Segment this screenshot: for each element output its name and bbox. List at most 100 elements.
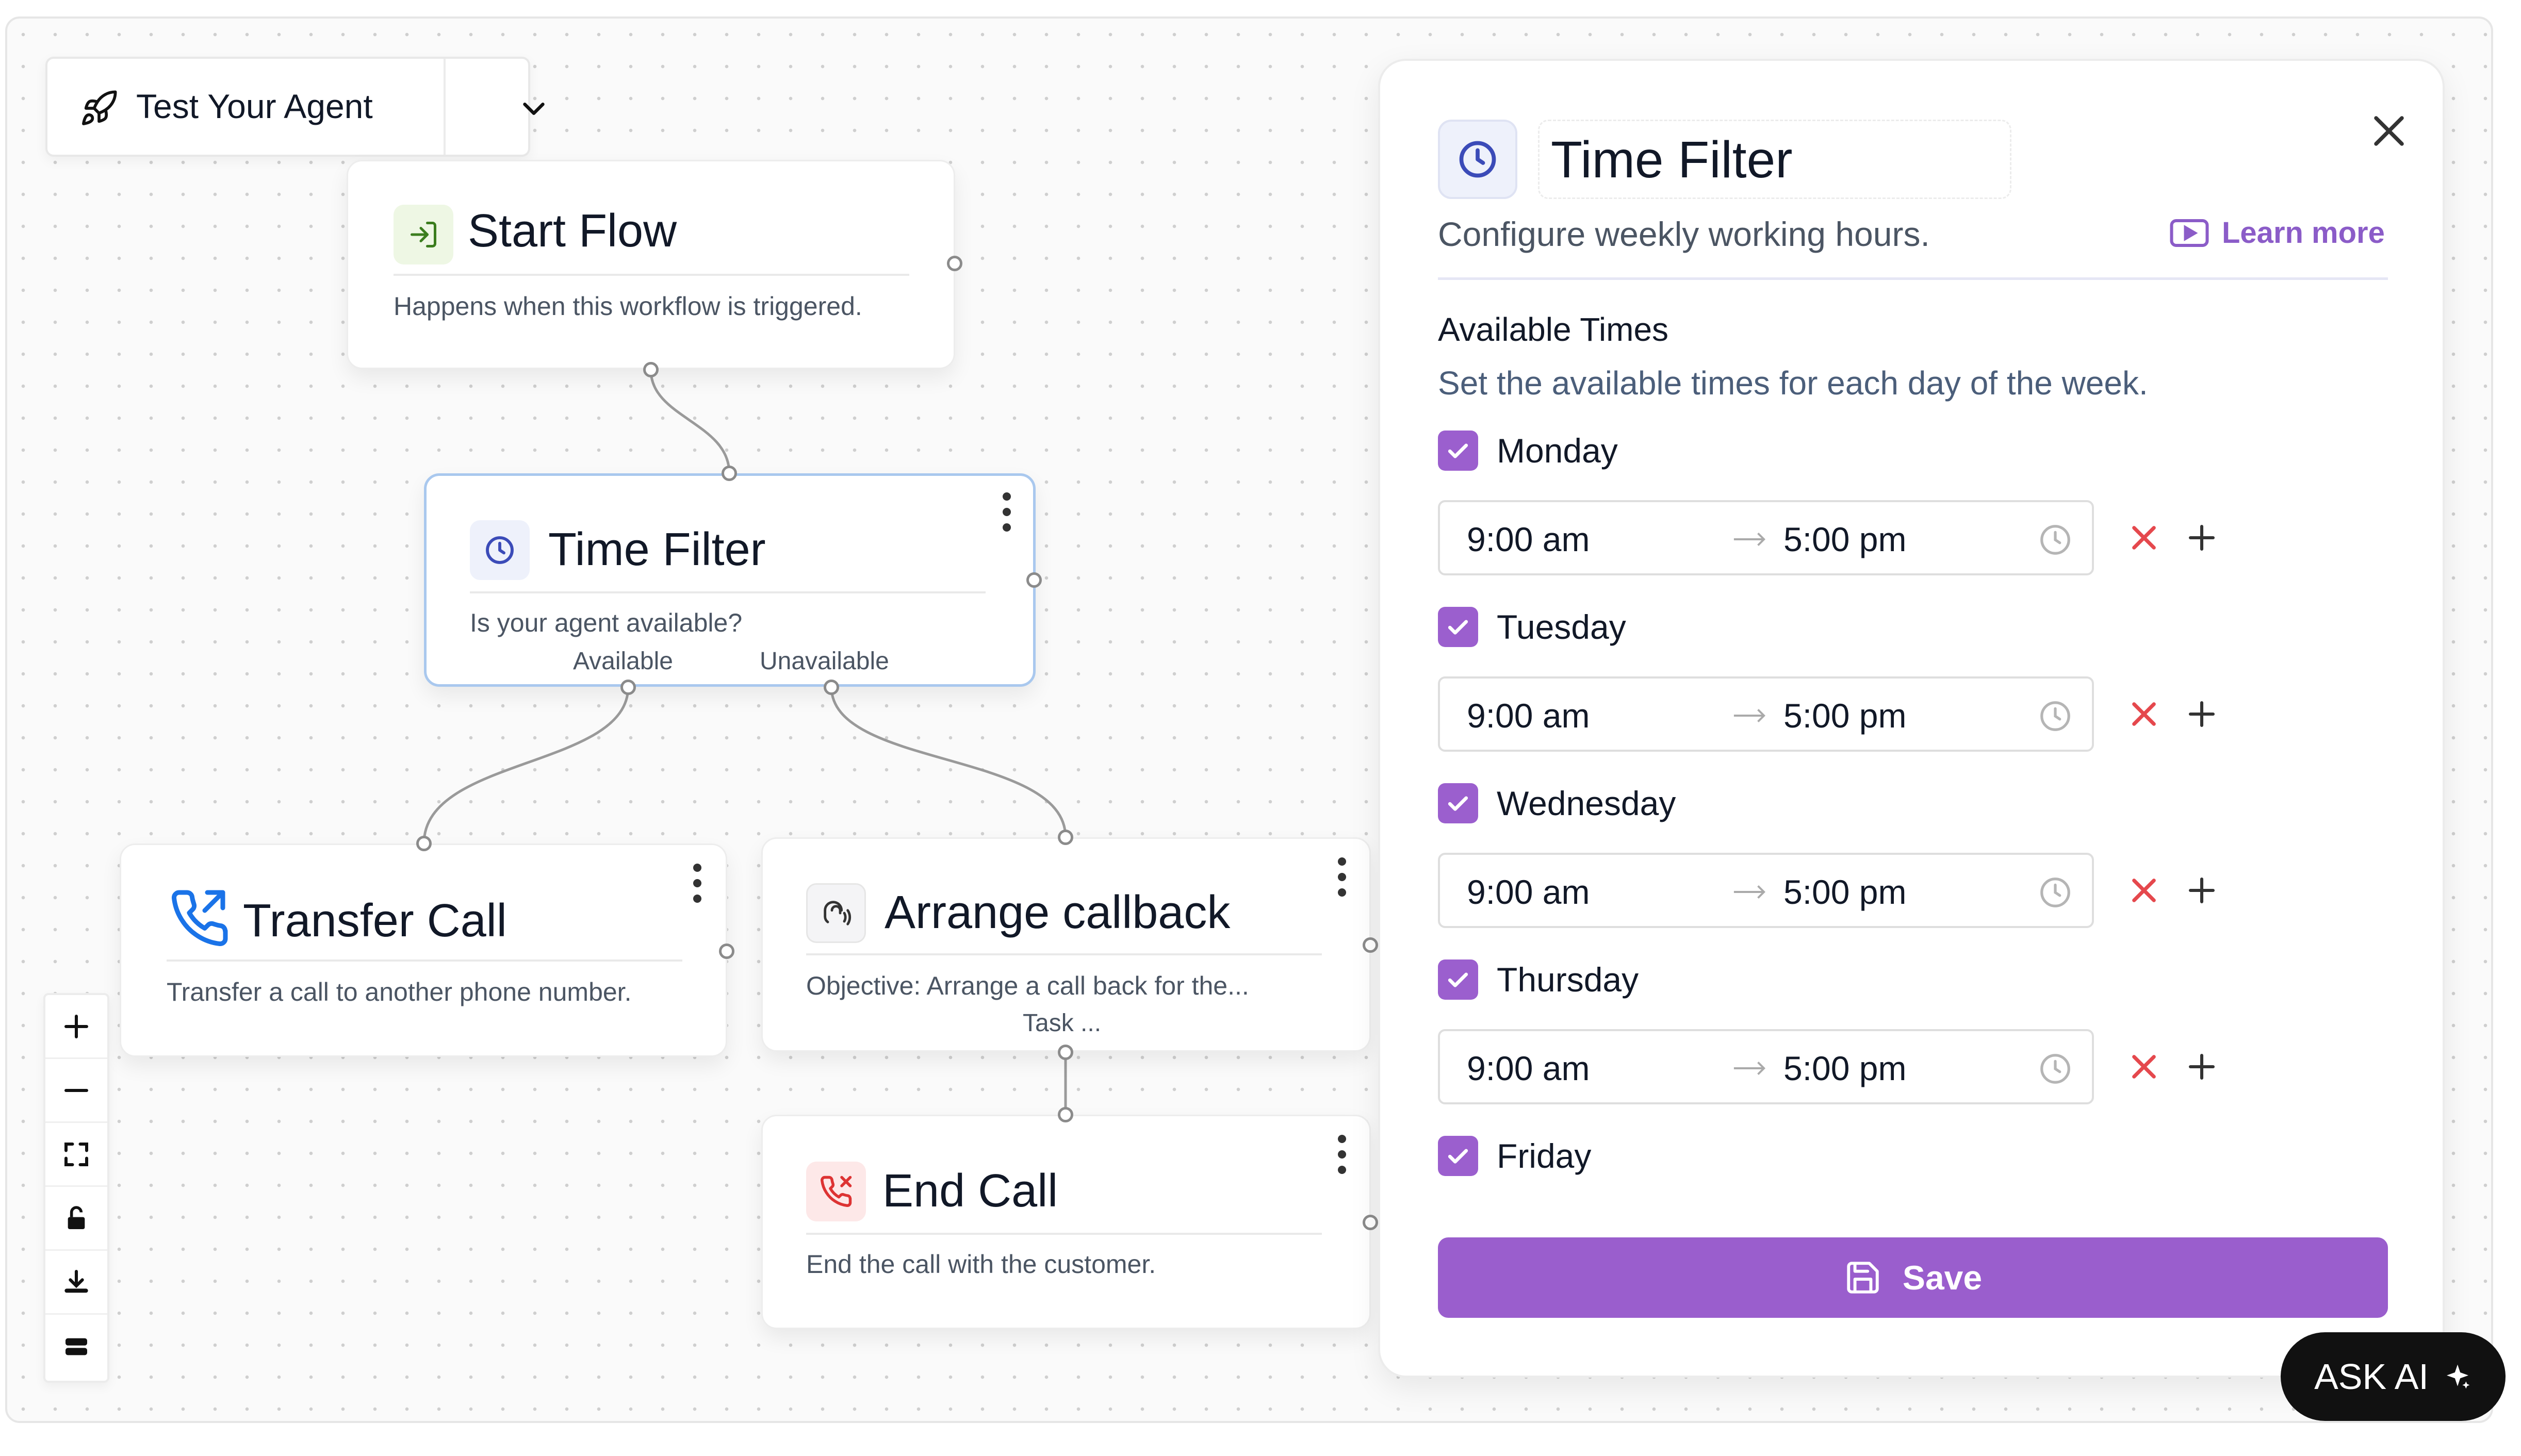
- end-time: 5:00 pm: [1783, 1049, 1907, 1087]
- divider: [806, 1233, 1322, 1235]
- day-label: Wednesday: [1497, 784, 1676, 822]
- fit-view-button[interactable]: [45, 1123, 107, 1187]
- clock-icon: [2040, 525, 2070, 555]
- remove-time-icon[interactable]: [2127, 521, 2161, 555]
- clock-icon-box: [470, 520, 530, 580]
- download-button[interactable]: [45, 1251, 107, 1315]
- day-label: Tuesday: [1497, 608, 1626, 646]
- add-time-icon[interactable]: [2185, 1050, 2219, 1084]
- check-icon: [1448, 796, 1468, 811]
- add-time-icon[interactable]: [2185, 873, 2219, 907]
- save-button[interactable]: Save: [1438, 1237, 2388, 1318]
- end-time: 5:00 pm: [1783, 697, 1907, 735]
- start-time: 9:00 am: [1467, 1049, 1590, 1087]
- panel-title-input[interactable]: Time Filter: [1538, 120, 2011, 199]
- day-row-tuesday: Tuesday: [1438, 606, 1626, 648]
- lock-icon: [68, 1205, 85, 1229]
- start-time: 9:00 am: [1467, 520, 1590, 558]
- ask-ai-button[interactable]: ASK AI: [2281, 1332, 2506, 1421]
- play-video-icon: [2170, 219, 2209, 247]
- learn-more-link[interactable]: Learn more: [2169, 216, 2385, 250]
- divider: [444, 59, 446, 155]
- zoom-in-button[interactable]: [45, 995, 107, 1059]
- remove-time-icon[interactable]: [2127, 873, 2161, 907]
- node-description: Transfer a call to another phone number.: [167, 978, 632, 1006]
- node-title: Transfer Call: [243, 895, 507, 947]
- clock-icon: [1459, 141, 1496, 178]
- handle-callback-right[interactable]: [1363, 937, 1378, 953]
- time-range-picker[interactable]: 9:00 am 5:00 pm: [1438, 676, 2094, 752]
- node-start-flow[interactable]: Start Flow Happens when this workflow is…: [347, 160, 955, 369]
- handle-start-bottom[interactable]: [643, 362, 659, 377]
- start-time: 9:00 am: [1467, 697, 1590, 735]
- arrow-right-icon: [1733, 885, 1765, 899]
- check-icon: [1448, 972, 1468, 987]
- handle-transfer-top[interactable]: [416, 836, 432, 851]
- checkbox-monday[interactable]: [1438, 431, 1478, 471]
- handle-timefilter-right[interactable]: [1026, 572, 1042, 588]
- start-time: 9:00 am: [1467, 873, 1590, 911]
- day-row-monday: Monday: [1438, 430, 1618, 471]
- minus-icon: [64, 1088, 88, 1092]
- end-time: 5:00 pm: [1783, 873, 1907, 911]
- time-range-picker[interactable]: 9:00 am 5:00 pm: [1438, 1029, 2094, 1104]
- arrow-right-icon: [1733, 532, 1765, 547]
- more-menu-icon[interactable]: [1334, 856, 1350, 898]
- download-icon: [64, 1269, 88, 1293]
- remove-time-icon[interactable]: [2127, 1050, 2161, 1084]
- time-filter-panel: Time Filter Configure weekly working hou…: [1378, 59, 2445, 1378]
- arrow-right-icon: [1733, 1061, 1765, 1076]
- checkbox-wednesday[interactable]: [1438, 783, 1478, 823]
- time-range-picker[interactable]: 9:00 am 5:00 pm: [1438, 853, 2094, 928]
- node-title: Arrange callback: [885, 887, 1231, 938]
- layers-icon: [66, 1338, 87, 1355]
- handle-callback-top[interactable]: [1058, 830, 1073, 845]
- checkbox-thursday[interactable]: [1438, 959, 1478, 1000]
- canvas-controls: [43, 993, 109, 1383]
- time-range-picker[interactable]: 9:00 am 5:00 pm: [1438, 500, 2094, 575]
- test-agent-dropdown[interactable]: Test Your Agent: [45, 57, 545, 157]
- divider: [167, 959, 682, 962]
- more-menu-icon[interactable]: [690, 863, 705, 904]
- handle-transfer-right[interactable]: [719, 944, 734, 959]
- add-time-icon[interactable]: [2185, 697, 2219, 731]
- day-row-thursday: Thursday: [1438, 959, 1639, 1000]
- save-icon: [1847, 1262, 1879, 1294]
- node-arrange-callback[interactable]: Arrange callback Objective: Arrange a ca…: [761, 837, 1371, 1052]
- callback-icon-box: [806, 883, 866, 943]
- test-agent-label: Test Your Agent: [136, 87, 373, 125]
- handle-start-right[interactable]: [947, 256, 962, 271]
- divider: [806, 953, 1322, 955]
- handle-timefilter-top[interactable]: [722, 466, 737, 481]
- node-time-filter[interactable]: Time Filter Is your agent available? Ava…: [424, 473, 1036, 687]
- node-title: Start Flow: [468, 205, 677, 257]
- check-icon: [1448, 620, 1468, 635]
- lock-button[interactable]: [45, 1187, 107, 1251]
- handle-unavailable[interactable]: [824, 680, 839, 695]
- more-menu-icon[interactable]: [999, 491, 1014, 533]
- handle-task[interactable]: [1058, 1045, 1073, 1060]
- more-menu-icon[interactable]: [1334, 1134, 1350, 1175]
- layout-button[interactable]: [45, 1315, 107, 1379]
- add-time-icon[interactable]: [2185, 521, 2219, 555]
- handle-endcall-top[interactable]: [1058, 1107, 1073, 1122]
- node-description: Objective: Arrange a call back for the..…: [806, 971, 1249, 1000]
- chevron-down-icon[interactable]: [516, 91, 552, 127]
- check-icon: [1448, 443, 1468, 458]
- node-end-call[interactable]: End Call End the call with the customer.: [761, 1115, 1371, 1329]
- checkbox-tuesday[interactable]: [1438, 607, 1478, 647]
- end-time: 5:00 pm: [1783, 520, 1907, 558]
- divider: [1438, 277, 2388, 280]
- handle-available[interactable]: [620, 680, 636, 695]
- checkbox-friday[interactable]: [1438, 1136, 1478, 1176]
- sparkle-icon: [2446, 1364, 2470, 1389]
- node-transfer-call[interactable]: Transfer Call Transfer a call to another…: [120, 843, 727, 1057]
- zoom-out-button[interactable]: [45, 1059, 107, 1123]
- handle-endcall-right[interactable]: [1363, 1215, 1378, 1230]
- learn-more-label: Learn more: [2222, 216, 2385, 250]
- fullscreen-icon: [64, 1142, 88, 1166]
- close-icon[interactable]: [2363, 105, 2415, 157]
- day-label: Monday: [1497, 432, 1618, 470]
- remove-time-icon[interactable]: [2127, 697, 2161, 731]
- section-description: Set the available times for each day of …: [1438, 365, 2148, 402]
